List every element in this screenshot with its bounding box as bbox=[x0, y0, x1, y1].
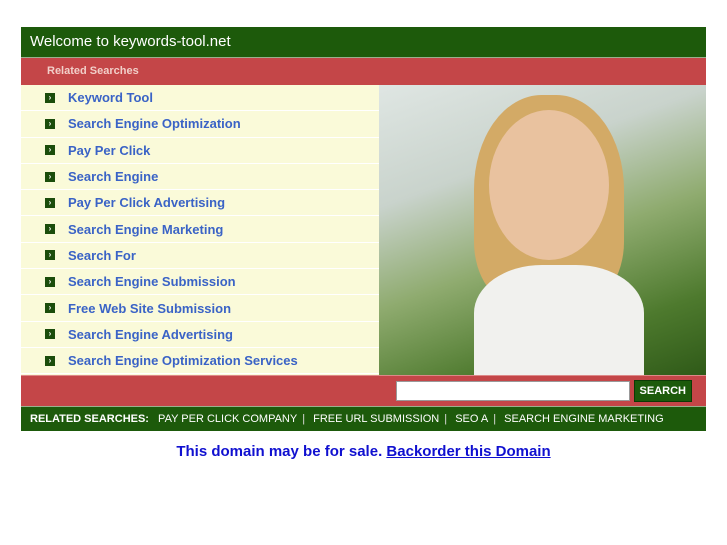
related-link[interactable]: Search For bbox=[68, 248, 136, 263]
arrow-bullet-icon: › bbox=[45, 250, 55, 261]
arrow-bullet-icon: › bbox=[45, 276, 55, 287]
list-item[interactable]: › Search Engine Marketing bbox=[21, 216, 379, 243]
main-content: › Keyword Tool › Search Engine Optimizatio… bbox=[21, 85, 706, 375]
related-link[interactable]: Search Engine bbox=[68, 169, 158, 184]
photo-shirt bbox=[474, 265, 644, 375]
footer-link[interactable]: PAY PER CLICK COMPANY bbox=[158, 413, 297, 425]
search-bar: SEARCH bbox=[21, 375, 706, 406]
arrow-bullet-icon: › bbox=[45, 329, 55, 340]
arrow-bullet-icon: › bbox=[45, 224, 55, 235]
footer-label: RELATED SEARCHES: bbox=[30, 413, 149, 425]
list-item[interactable]: › Search Engine Submission bbox=[21, 269, 379, 296]
arrow-bullet-icon: › bbox=[45, 303, 55, 314]
photo-face bbox=[489, 110, 609, 260]
page-container: Welcome to keywords-tool.net Related Sea… bbox=[21, 27, 706, 449]
arrow-bullet-icon: › bbox=[45, 171, 55, 182]
list-item[interactable]: › Search Engine Optimization bbox=[21, 111, 379, 138]
related-link[interactable]: Search Engine Advertising bbox=[68, 327, 233, 342]
site-header: Welcome to keywords-tool.net bbox=[21, 27, 706, 58]
divider: | bbox=[302, 413, 306, 425]
footer-link[interactable]: FREE URL SUBMISSION bbox=[313, 413, 439, 425]
related-link[interactable]: Search Engine Optimization bbox=[68, 116, 241, 131]
arrow-bullet-icon: › bbox=[45, 92, 55, 103]
related-searches-heading: Related Searches bbox=[21, 58, 706, 85]
list-item[interactable]: › Pay Per Click Advertising bbox=[21, 190, 379, 217]
related-link[interactable]: Free Web Site Submission bbox=[68, 301, 231, 316]
arrow-bullet-icon: › bbox=[45, 355, 55, 366]
divider: | bbox=[493, 413, 497, 425]
list-item[interactable]: › Search Engine bbox=[21, 164, 379, 191]
related-link[interactable]: Keyword Tool bbox=[68, 90, 153, 105]
related-link[interactable]: Search Engine Optimization Services bbox=[68, 353, 298, 368]
search-input[interactable] bbox=[395, 381, 630, 401]
arrow-bullet-icon: › bbox=[45, 197, 55, 208]
related-link[interactable]: Search Engine Submission bbox=[68, 274, 236, 289]
list-item[interactable]: › Search Engine Optimization Services bbox=[21, 348, 379, 375]
list-item[interactable]: › Search For bbox=[21, 243, 379, 270]
footer-link[interactable]: SEO A bbox=[455, 413, 488, 425]
arrow-bullet-icon: › bbox=[45, 118, 55, 129]
hero-photo bbox=[379, 85, 706, 375]
arrow-bullet-icon: › bbox=[45, 145, 55, 156]
related-link[interactable]: Search Engine Marketing bbox=[68, 222, 223, 237]
domain-sale-notice: This domain may be for sale. Backorder t… bbox=[0, 443, 727, 460]
list-item[interactable]: › Free Web Site Submission bbox=[21, 295, 379, 322]
search-button[interactable]: SEARCH bbox=[633, 380, 692, 402]
sale-text: This domain may be for sale. bbox=[176, 443, 383, 460]
related-links-list: › Keyword Tool › Search Engine Optimizatio… bbox=[21, 85, 379, 375]
related-link[interactable]: Pay Per Click bbox=[68, 143, 150, 158]
list-item[interactable]: › Pay Per Click bbox=[21, 138, 379, 164]
list-item[interactable]: › Search Engine Advertising bbox=[21, 322, 379, 348]
list-item[interactable]: › Keyword Tool bbox=[21, 85, 379, 112]
backorder-link[interactable]: Backorder this Domain bbox=[386, 443, 550, 460]
divider: | bbox=[444, 413, 448, 425]
related-searches-footer: RELATED SEARCHES: PAY PER CLICK COMPANY |… bbox=[21, 406, 706, 449]
related-link[interactable]: Pay Per Click Advertising bbox=[68, 195, 225, 210]
